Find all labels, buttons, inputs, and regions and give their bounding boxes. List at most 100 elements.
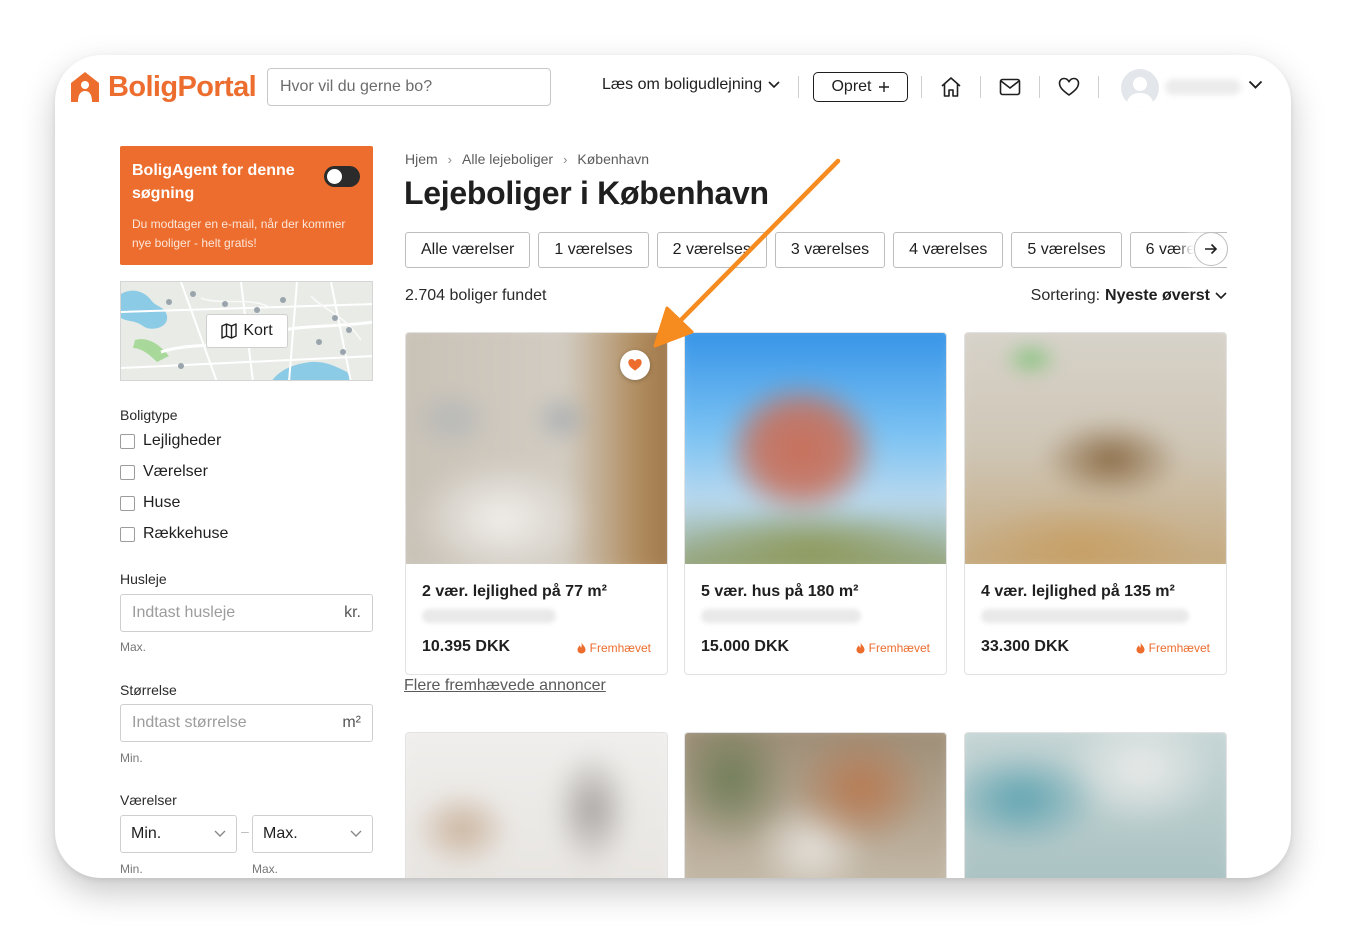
listing-card[interactable]: 4 vær. lejlighed på 135 m² 33.300 DKK Fr… [964, 332, 1227, 675]
boligagent-panel: BoligAgent for denne søgning Du modtager… [120, 146, 373, 265]
checkbox[interactable] [120, 526, 135, 542]
chip-all-rooms[interactable]: Alle værelser [405, 232, 531, 268]
filter-type-lejligheder[interactable]: Lejligheder [120, 432, 221, 450]
boligtype-label: Boligtype [120, 407, 178, 423]
rooms-min-select[interactable]: Min. [120, 815, 237, 853]
rooms-min-hint: Min. [120, 862, 143, 876]
more-featured-link[interactable]: Flere fremhævede annoncer [404, 677, 606, 695]
listing-title: 4 vær. lejlighed på 135 m² [981, 583, 1175, 600]
boligagent-toggle[interactable] [324, 166, 360, 187]
heart-icon [1058, 77, 1080, 96]
chip-2-rooms[interactable]: 2 værelses [656, 232, 767, 268]
listing-card[interactable] [684, 732, 947, 878]
favorites-button[interactable] [1056, 74, 1082, 100]
listing-card[interactable]: 2 vær. lejlighed på 77 m² 10.395 DKK Fre… [405, 332, 668, 675]
header-divider [798, 76, 799, 98]
brand-logo[interactable]: BoligPortal [69, 67, 257, 107]
chip-3-rooms[interactable]: 3 værelses [774, 232, 886, 268]
featured-badge: Fremhævet [856, 641, 930, 655]
flame-icon [856, 642, 865, 654]
listing-address-redacted [701, 609, 861, 623]
rent-hint: Max. [120, 640, 147, 654]
create-button-label: Opret [831, 78, 872, 95]
map-button-label: Kort [243, 322, 273, 339]
checkbox[interactable] [120, 495, 135, 511]
rooms-label: Værelser [120, 792, 177, 808]
chevron-down-icon [350, 830, 362, 837]
chip-5-rooms[interactable]: 5 værelses [1011, 232, 1122, 268]
chevron-down-icon [214, 830, 226, 837]
breadcrumb-home[interactable]: Hjem [405, 151, 438, 167]
room-filter-chips: Alle værelser 1 værelses 2 værelses 3 væ… [405, 232, 1227, 268]
nav-read-dropdown[interactable]: Læs om boligudlejning [602, 76, 780, 94]
listing-photo [406, 733, 667, 878]
rooms-min-value: Min. [131, 825, 162, 842]
messages-button[interactable] [997, 74, 1023, 100]
search-input[interactable] [267, 68, 551, 106]
user-name-redacted [1165, 79, 1241, 95]
brand-name: BoligPortal [108, 70, 257, 103]
chevron-right-icon: › [563, 151, 568, 167]
filter-type-raekkehuse[interactable]: Rækkehuse [120, 525, 228, 543]
header-divider [980, 76, 981, 98]
filter-type-vaerelser[interactable]: Værelser [120, 463, 208, 481]
featured-label: Fremhævet [1148, 641, 1210, 655]
plus-icon [878, 82, 889, 92]
filter-type-label: Rækkehuse [143, 525, 229, 542]
user-menu-toggle[interactable] [1248, 77, 1263, 95]
breadcrumb: Hjem › Alle lejeboliger › København [405, 151, 649, 167]
sort-dropdown[interactable]: Sortering: Nyeste øverst [1031, 287, 1227, 305]
size-label: Størrelse [120, 682, 177, 698]
rooms-max-hint: Max. [252, 862, 279, 876]
rooms-max-select[interactable]: Max. [252, 815, 373, 853]
size-placeholder: Indtast størrelse [132, 714, 247, 731]
create-button[interactable]: Opret [813, 72, 908, 102]
heart-icon [628, 359, 642, 371]
house-logo-icon [71, 72, 99, 102]
rent-label: Husleje [120, 571, 167, 587]
breadcrumb-all-rentals[interactable]: Alle lejeboliger [462, 151, 553, 167]
listing-photo [965, 733, 1226, 878]
chips-scroll-next[interactable] [1194, 232, 1228, 266]
flame-icon [577, 642, 586, 654]
boligagent-description: Du modtager en e-mail, når der kommer ny… [132, 217, 346, 250]
listing-card[interactable] [964, 732, 1227, 878]
checkbox[interactable] [120, 433, 135, 449]
featured-badge: Fremhævet [1136, 641, 1210, 655]
page-title: Lejeboliger i København [404, 175, 769, 211]
map-button[interactable]: Kort [206, 314, 288, 348]
map-preview[interactable]: Kort [120, 281, 373, 381]
home-button[interactable] [938, 74, 964, 100]
checkbox[interactable] [120, 464, 135, 480]
home-icon [941, 77, 961, 97]
listing-title: 5 vær. hus på 180 m² [701, 583, 859, 600]
results-count: 2.704 boliger fundet [405, 287, 547, 304]
listing-photo [685, 333, 946, 564]
chip-4-rooms[interactable]: 4 værelses [893, 232, 1004, 268]
map-icon [221, 323, 238, 339]
sort-value: Nyeste øverst [1105, 287, 1210, 304]
nav-read-label: Læs om boligudlejning [602, 76, 763, 93]
chevron-down-icon [1215, 292, 1227, 300]
size-input[interactable]: Indtast størrelse m² [120, 704, 373, 742]
user-avatar[interactable] [1121, 69, 1159, 107]
rent-input[interactable]: Indtast husleje kr. [120, 594, 373, 632]
user-avatar-icon [1126, 77, 1154, 107]
sort-label: Sortering: [1030, 287, 1101, 304]
chevron-right-icon: › [447, 151, 453, 167]
mail-icon [999, 78, 1021, 96]
listing-price: 10.395 DKK [422, 638, 511, 655]
featured-label: Fremhævet [589, 641, 651, 655]
size-hint: Min. [120, 751, 143, 765]
listing-address-redacted [422, 609, 556, 623]
chip-1-room[interactable]: 1 værelses [538, 232, 649, 268]
filter-type-huse[interactable]: Huse [120, 494, 180, 512]
favorite-button[interactable] [620, 350, 650, 380]
chevron-down-icon [1248, 80, 1263, 89]
listing-address-redacted [981, 609, 1189, 623]
listing-card[interactable] [405, 732, 668, 878]
size-unit: m² [342, 714, 361, 731]
rent-unit: kr. [344, 604, 361, 621]
listing-card[interactable]: 5 vær. hus på 180 m² 15.000 DKK Fremhæve… [684, 332, 947, 675]
boligagent-title: BoligAgent for denne søgning [132, 162, 295, 202]
